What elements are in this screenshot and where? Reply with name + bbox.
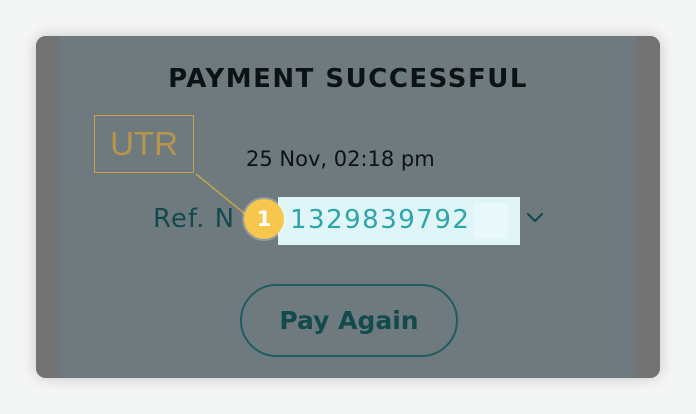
utr-annotation-label: UTR <box>94 115 194 173</box>
redaction-mask <box>474 203 508 239</box>
pay-again-button[interactable]: Pay Again <box>240 284 458 357</box>
ref-number-highlight[interactable]: 1329839792 <box>278 197 520 245</box>
screenshot-stage: PAYMENT SUCCESSFUL UTR 25 Nov, 02:18 pm … <box>0 0 696 414</box>
transaction-datetime: 25 Nov, 02:18 pm <box>246 147 435 171</box>
chevron-down-icon[interactable] <box>524 206 546 228</box>
ref-number-value: 1329839792 <box>290 205 471 235</box>
page-title: PAYMENT SUCCESSFUL <box>168 64 528 94</box>
annotation-marker: 1 <box>244 199 284 239</box>
ref-number-label: Ref. N <box>153 204 236 234</box>
payment-success-dialog: PAYMENT SUCCESSFUL UTR 25 Nov, 02:18 pm … <box>36 36 660 378</box>
